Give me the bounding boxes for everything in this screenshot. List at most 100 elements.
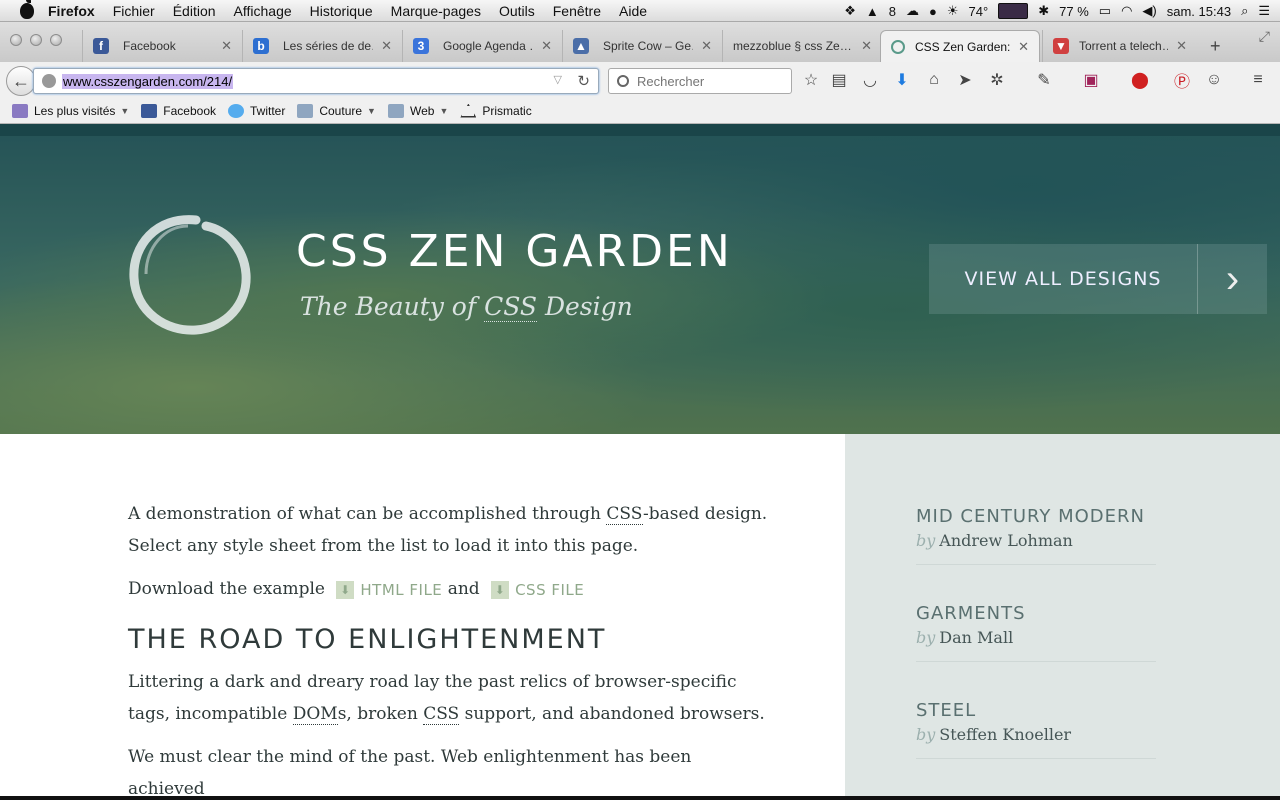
html-file-link[interactable]: ⬇ HTML FILE [330,574,442,606]
bookmark-label: Les plus visités [34,103,116,118]
bookmark-prismatic[interactable]: Prismatic [460,103,532,118]
monitor-icon[interactable] [998,3,1029,19]
design-author[interactable]: Steffen Knoeller [939,725,1071,744]
clock[interactable]: sam. 15:43 [1167,4,1231,19]
eyedropper-icon[interactable]: ✎ [1034,70,1054,90]
bookmark-facebook[interactable]: Facebook [141,103,216,118]
close-icon[interactable]: ✕ [541,38,552,54]
close-icon[interactable]: ✕ [381,38,392,54]
menu-aide[interactable]: Aide [619,3,647,19]
close-icon[interactable]: ✕ [1176,38,1187,54]
adblock-icon[interactable]: ⬤ [1130,70,1150,90]
tab-facebook[interactable]: f Facebook ✕ [82,30,242,62]
menu-edition[interactable]: Édition [173,3,216,19]
screenshot-icon[interactable]: ▣ [1081,70,1101,90]
design-item[interactable]: MID CENTURY MODERN by Andrew Lohman [916,506,1156,565]
enso-circle-icon [129,215,251,335]
back-button[interactable]: ← [6,66,36,96]
close-icon[interactable]: ✕ [701,38,712,54]
window-minimize-icon[interactable] [30,34,42,46]
extension-bug-icon[interactable]: ✲ [987,70,1007,90]
menu-marque-pages[interactable]: Marque-pages [391,3,481,19]
css-file-link[interactable]: ⬇ CSS FILE [485,574,584,606]
fullscreen-icon[interactable]: ⤢ [1259,28,1270,45]
bookmark-most-visited[interactable]: Les plus visités ▼ [12,103,130,118]
dropbox-icon[interactable]: ❖ [844,3,856,19]
close-icon[interactable]: ✕ [221,38,232,54]
design-item[interactable]: STEEL by Steffen Knoeller [916,700,1156,759]
window-close-icon[interactable] [10,34,22,46]
twitter-icon [228,103,244,118]
design-author[interactable]: Dan Mall [939,628,1013,647]
downloads-icon[interactable]: ⬇ [892,70,912,90]
home-icon[interactable]: ⌂ [924,70,944,90]
battery-label[interactable]: 77 % [1059,4,1089,19]
close-icon[interactable]: ✕ [861,38,872,54]
bluetooth-icon[interactable]: ✱ [1038,3,1049,19]
bookmark-web[interactable]: Web ▼ [387,103,449,118]
menu-outils[interactable]: Outils [499,3,535,19]
tab-google-agenda[interactable]: 3 Google Agenda … ✕ [402,30,562,62]
menu-historique[interactable]: Historique [310,3,373,19]
menu-fenetre[interactable]: Fenêtre [553,3,601,19]
chevron-down-icon: ▼ [439,105,449,116]
tab-mezzoblue[interactable]: mezzoblue § css Ze… ✕ [722,30,882,62]
chevron-down-icon: ▼ [120,105,130,116]
adobe-icon[interactable]: ▲ [866,4,879,19]
tab-css-zen-garden[interactable]: CSS Zen Garden:… ✕ [880,30,1040,62]
pocket-icon[interactable]: ◡ [860,70,880,90]
menu-fichier[interactable]: Fichier [113,3,155,19]
download-text: Download the example [128,579,331,599]
torrent-icon: ▼ [1053,38,1069,54]
search-icon [617,75,629,87]
menu-app-firefox[interactable]: Firefox [48,3,95,19]
road-abbr-css: CSS [423,704,460,725]
url-bar[interactable]: www.csszengarden.com/214/ ▽ ↻ [33,68,599,94]
bookmark-twitter[interactable]: Twitter [228,103,285,118]
tab-title: Torrent a telech… [1079,39,1169,53]
chevron-right-icon[interactable]: › [1197,244,1267,314]
battery-icon[interactable]: ▭ [1099,3,1111,19]
send-icon[interactable]: ➤ [955,70,975,90]
design-name[interactable]: MID CENTURY MODERN [916,506,1156,527]
volume-icon[interactable]: ◀) [1142,3,1156,19]
menu-affichage[interactable]: Affichage [234,3,292,19]
reading-list-icon[interactable]: ▤ [829,70,849,90]
image-icon: ▲ [573,38,589,54]
facebook-icon [141,103,158,118]
close-icon[interactable]: ✕ [1018,39,1029,55]
search-input[interactable] [637,73,777,89]
temperature: 74° [968,3,989,19]
spotlight-icon[interactable]: ⌕ [1241,3,1248,19]
history-dropdown-icon[interactable]: ▽ [554,73,562,86]
notification-center-icon[interactable]: ☰ [1258,3,1270,19]
tab-sprite-cow[interactable]: ▲ Sprite Cow – Ge… ✕ [562,30,722,62]
tab-torrent[interactable]: ▼ Torrent a telech… ✕ [1042,30,1197,62]
bookmark-couture[interactable]: Couture ▼ [297,103,376,118]
creative-cloud-icon[interactable]: ☁ [906,3,919,19]
view-all-label: VIEW ALL DESIGNS [964,268,1162,290]
bookmarks-bar: Les plus visités ▼ Facebook Twitter Cout… [0,98,1280,124]
bookmark-label: Prismatic [482,103,532,118]
design-author[interactable]: Andrew Lohman [939,531,1073,550]
design-name[interactable]: STEEL [916,700,1156,721]
hero-banner: CSS ZEN GARDEN The Beauty of CSS Design … [0,124,1280,434]
menu-icon[interactable]: ≡ [1248,70,1268,90]
bookmark-star-icon[interactable]: ☆ [801,70,821,90]
apple-menu-icon[interactable] [20,0,34,19]
wifi-icon[interactable]: ◠ [1121,3,1132,19]
reload-icon[interactable]: ↻ [577,72,590,90]
design-name[interactable]: GARMENTS [916,603,1156,624]
pinterest-icon[interactable]: Ⓟ [1172,70,1192,91]
chat-icon[interactable]: ☺ [1204,70,1224,90]
search-box[interactable] [608,68,792,94]
hat-icon[interactable]: ● [929,4,937,19]
window-zoom-icon[interactable] [50,34,62,46]
globe-icon[interactable] [42,74,56,88]
view-all-designs-button[interactable]: VIEW ALL DESIGNS › [929,244,1267,314]
new-tab-button[interactable]: + [1210,36,1221,57]
weather-icon[interactable]: ☀ [947,3,959,19]
tab-series[interactable]: b Les séries de de… ✕ [242,30,402,62]
design-item[interactable]: GARMENTS by Dan Mall [916,603,1156,662]
url-text[interactable]: www.csszengarden.com/214/ [62,73,234,89]
